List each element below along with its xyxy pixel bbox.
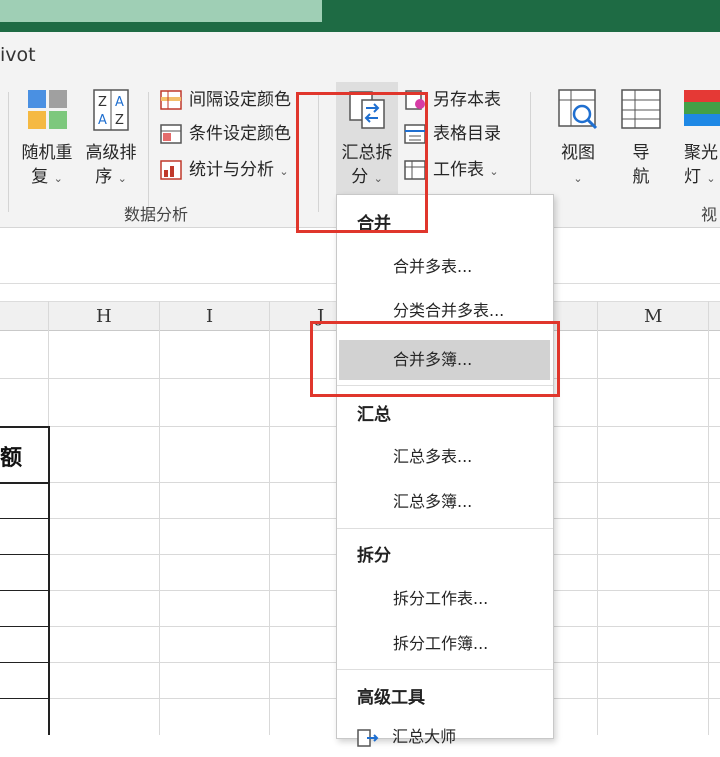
column-header-h[interactable]: H: [96, 306, 112, 327]
navigate-button[interactable]: 导 航: [614, 88, 668, 189]
menu-item-merge-sheets[interactable]: 合并多表...: [337, 247, 553, 287]
ribbon-separator: [8, 92, 9, 212]
view-button[interactable]: 视图 ⌄: [550, 88, 606, 191]
table-border: [0, 626, 50, 627]
menu-item-split-workbook[interactable]: 拆分工作簿...: [337, 624, 553, 664]
menu-item-cut-partial[interactable]: 汇总大师: [337, 717, 553, 757]
menu-section-split: 拆分: [357, 546, 391, 566]
menu-item-summary-sheets[interactable]: 汇总多表...: [337, 437, 553, 477]
spotlight-label-2: 灯: [684, 167, 701, 187]
column-header-m[interactable]: M: [644, 306, 662, 327]
chevron-down-icon: ⌄: [53, 172, 63, 185]
view-group-label: 视: [701, 205, 718, 224]
random-repeat-label-2: 复: [31, 167, 49, 187]
spotlight-label-1: 聚光: [684, 143, 718, 163]
menu-section-advanced: 高级工具: [357, 688, 425, 708]
table-border: [0, 698, 50, 699]
color-grid-icon: [28, 90, 67, 129]
striped-table-icon: [160, 90, 182, 110]
svg-text:Z: Z: [98, 95, 107, 110]
ribbon-tab-pivot[interactable]: ivot: [0, 44, 36, 66]
table-header-cell[interactable]: 额: [0, 440, 22, 472]
chevron-down-icon: ⌄: [489, 165, 499, 178]
save-copy-label: 另存本表: [433, 90, 501, 110]
chevron-down-icon: ⌄: [573, 172, 583, 185]
table-border: [0, 554, 50, 555]
random-repeat-label-1: 随机重: [21, 143, 73, 163]
spotlight-icon: [684, 90, 720, 126]
advanced-sort-button[interactable]: Z A A Z 高级排 序 ⌄: [82, 88, 140, 191]
stats-table-icon: [160, 160, 182, 180]
worksheet-label: 工作表: [433, 160, 484, 180]
table-border: [0, 662, 50, 663]
spotlight-button[interactable]: 聚光 灯 ⌄: [678, 88, 720, 191]
summary-split-menu: 合并 合并多表... 分类合并多表... 合并多簿... 汇总 汇总多表... …: [336, 194, 554, 747]
chevron-down-icon: ⌄: [706, 172, 716, 185]
menu-item-split-worksheet[interactable]: 拆分工作表...: [337, 579, 553, 619]
table-border: [0, 482, 50, 484]
ribbon-tab-row: ivot: [0, 32, 720, 78]
menu-divider: [337, 528, 553, 529]
view-label: 视图: [561, 143, 595, 163]
annotation-box-merge-workbooks: [310, 321, 560, 397]
annotation-box-summary-split: [296, 92, 428, 233]
active-window-tab[interactable]: [0, 0, 322, 22]
sort-az-icon: Z A A Z: [93, 89, 129, 131]
svg-text:Z: Z: [115, 113, 124, 128]
condition-color-button[interactable]: 条件设定颜色: [160, 120, 300, 148]
table-border: [48, 426, 50, 735]
advanced-sort-label-1: 高级排: [85, 143, 137, 163]
stats-analysis-button[interactable]: 统计与分析 ⌄: [160, 156, 300, 184]
table-border: [0, 518, 50, 519]
table-border: [0, 590, 50, 591]
table-toc-label: 表格目录: [433, 124, 501, 144]
title-bar: [0, 0, 720, 32]
navigation-grid-icon: [621, 89, 661, 129]
svg-text:A: A: [115, 95, 124, 110]
chevron-down-icon: ⌄: [117, 172, 127, 185]
advanced-sort-label-2: 序: [95, 167, 113, 187]
random-repeat-button[interactable]: 随机重 复 ⌄: [18, 88, 76, 191]
interval-color-button[interactable]: 间隔设定颜色: [160, 86, 300, 114]
navigate-label-2: 航: [632, 167, 650, 187]
condition-color-label: 条件设定颜色: [189, 124, 291, 144]
stats-analysis-label: 统计与分析: [189, 160, 274, 180]
menu-divider: [337, 669, 553, 670]
navigate-label-1: 导: [632, 143, 650, 163]
interval-color-label: 间隔设定颜色: [189, 90, 291, 110]
column-header-i[interactable]: I: [206, 306, 213, 327]
summary-master-icon: [357, 728, 379, 747]
svg-text:A: A: [98, 113, 107, 128]
table-border: [0, 426, 50, 428]
data-analysis-group-label: 数据分析: [124, 205, 189, 224]
ribbon-separator: [148, 92, 149, 212]
chevron-down-icon: ⌄: [279, 165, 289, 178]
menu-section-summary: 汇总: [357, 405, 391, 425]
menu-item-cut-partial-label: 汇总大师: [392, 727, 457, 746]
menu-item-summary-workbooks[interactable]: 汇总多簿...: [337, 482, 553, 522]
condition-table-icon: [160, 124, 182, 144]
view-magnifier-icon: [558, 89, 598, 130]
